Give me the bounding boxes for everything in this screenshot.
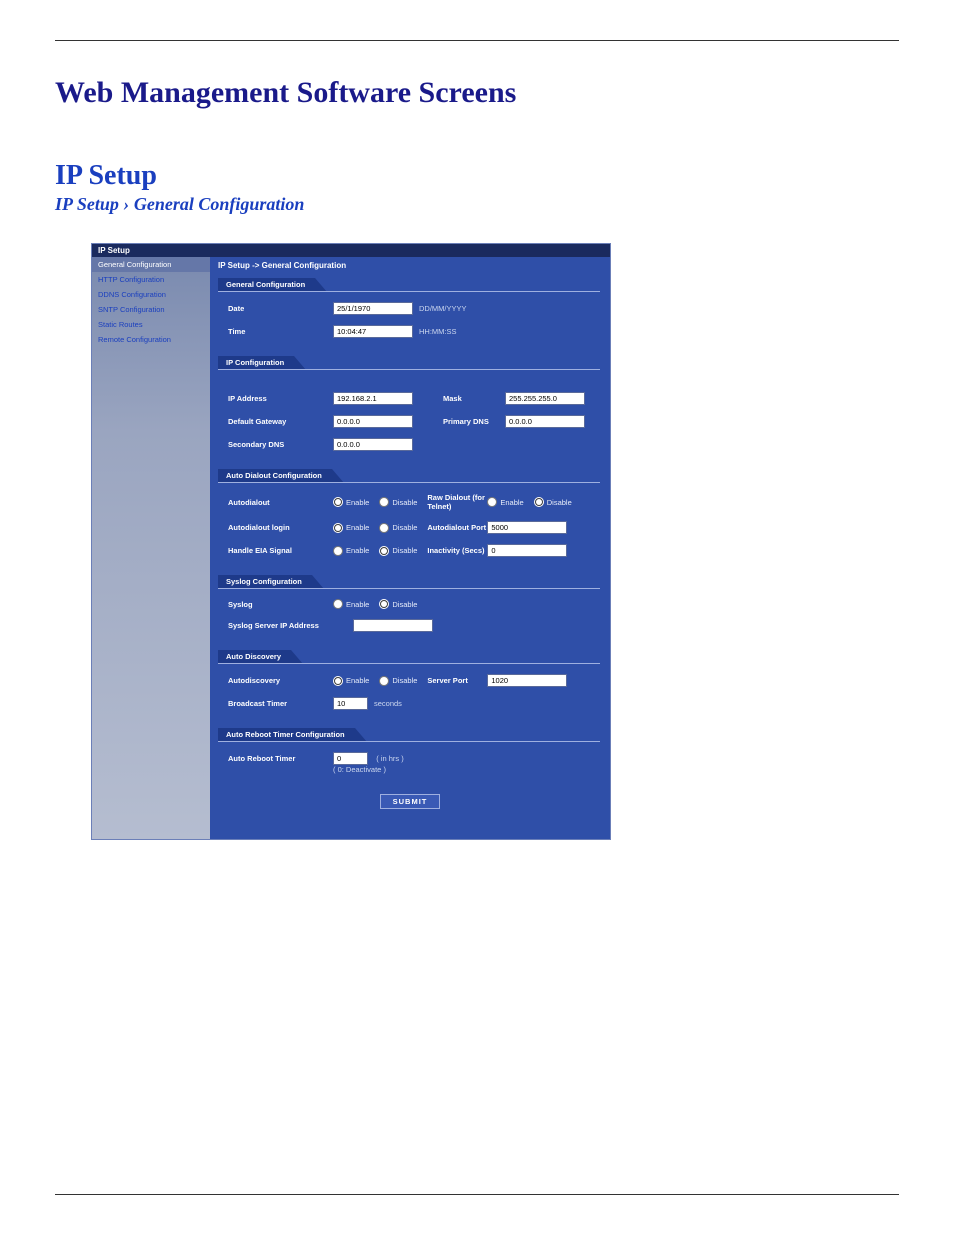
reboot-timer-input[interactable] — [333, 752, 368, 765]
inactivity-label: Inactivity (Secs) — [427, 546, 487, 555]
eia-signal-label: Handle EIA Signal — [228, 546, 333, 555]
syslog-server-label: Syslog Server IP Address — [228, 621, 353, 630]
primary-dns-label: Primary DNS — [443, 417, 505, 426]
sidebar: General Configuration HTTP Configuration… — [92, 257, 210, 839]
sidebar-item-general[interactable]: General Configuration — [92, 257, 210, 272]
gateway-input[interactable] — [333, 415, 413, 428]
raw-dialout-label: Raw Dialout (for Telnet) — [427, 493, 487, 511]
raw-dialout-disable[interactable]: Disable — [534, 497, 572, 507]
date-input[interactable] — [333, 302, 413, 315]
panel-header-reboot: Auto Reboot Timer Configuration — [218, 728, 610, 742]
date-hint: DD/MM/YYYY — [419, 304, 467, 313]
ip-address-input[interactable] — [333, 392, 413, 405]
panel-header-general-label: General Configuration — [218, 278, 315, 291]
breadcrumb-title: IP Setup › General Configuration — [55, 194, 899, 215]
content-breadcrumb: IP Setup -> General Configuration — [210, 257, 610, 274]
autodialout-label: Autodialout — [228, 498, 333, 507]
secondary-dns-input[interactable] — [333, 438, 413, 451]
secondary-dns-label: Secondary DNS — [228, 440, 333, 449]
syslog-label: Syslog — [228, 600, 333, 609]
panel-header-general: General Configuration — [218, 278, 610, 292]
autodiscovery-disable[interactable]: Disable — [379, 676, 417, 686]
page-title: Web Management Software Screens — [55, 76, 899, 110]
broadcast-timer-label: Broadcast Timer — [228, 699, 333, 708]
autodialout-port-input[interactable] — [487, 521, 567, 534]
mask-input[interactable] — [505, 392, 585, 405]
time-hint: HH:MM:SS — [419, 327, 457, 336]
content-pane: IP Setup -> General Configuration Genera… — [210, 257, 610, 839]
panel-header-reboot-label: Auto Reboot Timer Configuration — [218, 728, 355, 741]
sidebar-item-static-routes[interactable]: Static Routes — [92, 317, 210, 332]
top-rule — [55, 40, 899, 41]
eia-signal-enable[interactable]: Enable — [333, 546, 369, 556]
panel-header-syslog-label: Syslog Configuration — [218, 575, 312, 588]
syslog-server-input[interactable] — [353, 619, 433, 632]
date-label: Date — [228, 304, 333, 313]
sidebar-item-http[interactable]: HTTP Configuration — [92, 272, 210, 287]
syslog-enable[interactable]: Enable — [333, 599, 369, 609]
panel-header-autodial-label: Auto Dialout Configuration — [218, 469, 332, 482]
syslog-disable[interactable]: Disable — [379, 599, 417, 609]
reboot-timer-label: Auto Reboot Timer — [228, 752, 333, 763]
time-label: Time — [228, 327, 333, 336]
sidebar-item-remote[interactable]: Remote Configuration — [92, 332, 210, 347]
panel-header-autodial: Auto Dialout Configuration — [218, 469, 610, 483]
submit-button[interactable]: SUBMIT — [380, 794, 441, 809]
reboot-timer-hint1: ( in hrs ) — [376, 754, 404, 763]
gateway-label: Default Gateway — [228, 417, 333, 426]
app-screenshot: IP Setup General Configuration HTTP Conf… — [91, 243, 611, 840]
broadcast-timer-hint: seconds — [374, 699, 402, 708]
panel-header-autodisc: Auto Discovery — [218, 650, 610, 664]
autodialout-login-enable[interactable]: Enable — [333, 523, 369, 533]
panel-header-syslog: Syslog Configuration — [218, 575, 610, 589]
autodialout-enable[interactable]: Enable — [333, 497, 369, 507]
broadcast-timer-input[interactable] — [333, 697, 368, 710]
panel-header-autodisc-label: Auto Discovery — [218, 650, 291, 663]
section-title: IP Setup — [55, 160, 899, 192]
autodialout-disable[interactable]: Disable — [379, 497, 417, 507]
autodiscovery-enable[interactable]: Enable — [333, 676, 369, 686]
server-port-input[interactable] — [487, 674, 567, 687]
ip-address-label: IP Address — [228, 394, 333, 403]
autodialout-login-disable[interactable]: Disable — [379, 523, 417, 533]
app-section-bar: IP Setup — [92, 244, 610, 257]
reboot-timer-hint2: ( 0: Deactivate ) — [333, 765, 386, 774]
autodiscovery-label: Autodiscovery — [228, 676, 333, 685]
panel-header-ip-label: IP Configuration — [218, 356, 294, 369]
panel-header-ip: IP Configuration — [218, 356, 610, 370]
primary-dns-input[interactable] — [505, 415, 585, 428]
inactivity-input[interactable] — [487, 544, 567, 557]
sidebar-item-ddns[interactable]: DDNS Configuration — [92, 287, 210, 302]
autodialout-login-label: Autodialout login — [228, 523, 333, 532]
server-port-label: Server Port — [427, 676, 487, 685]
autodialout-port-label: Autodialout Port — [427, 523, 487, 532]
mask-label: Mask — [443, 394, 505, 403]
sidebar-item-sntp[interactable]: SNTP Configuration — [92, 302, 210, 317]
time-input[interactable] — [333, 325, 413, 338]
bottom-rule — [55, 1194, 899, 1195]
eia-signal-disable[interactable]: Disable — [379, 546, 417, 556]
raw-dialout-enable[interactable]: Enable — [487, 497, 523, 507]
